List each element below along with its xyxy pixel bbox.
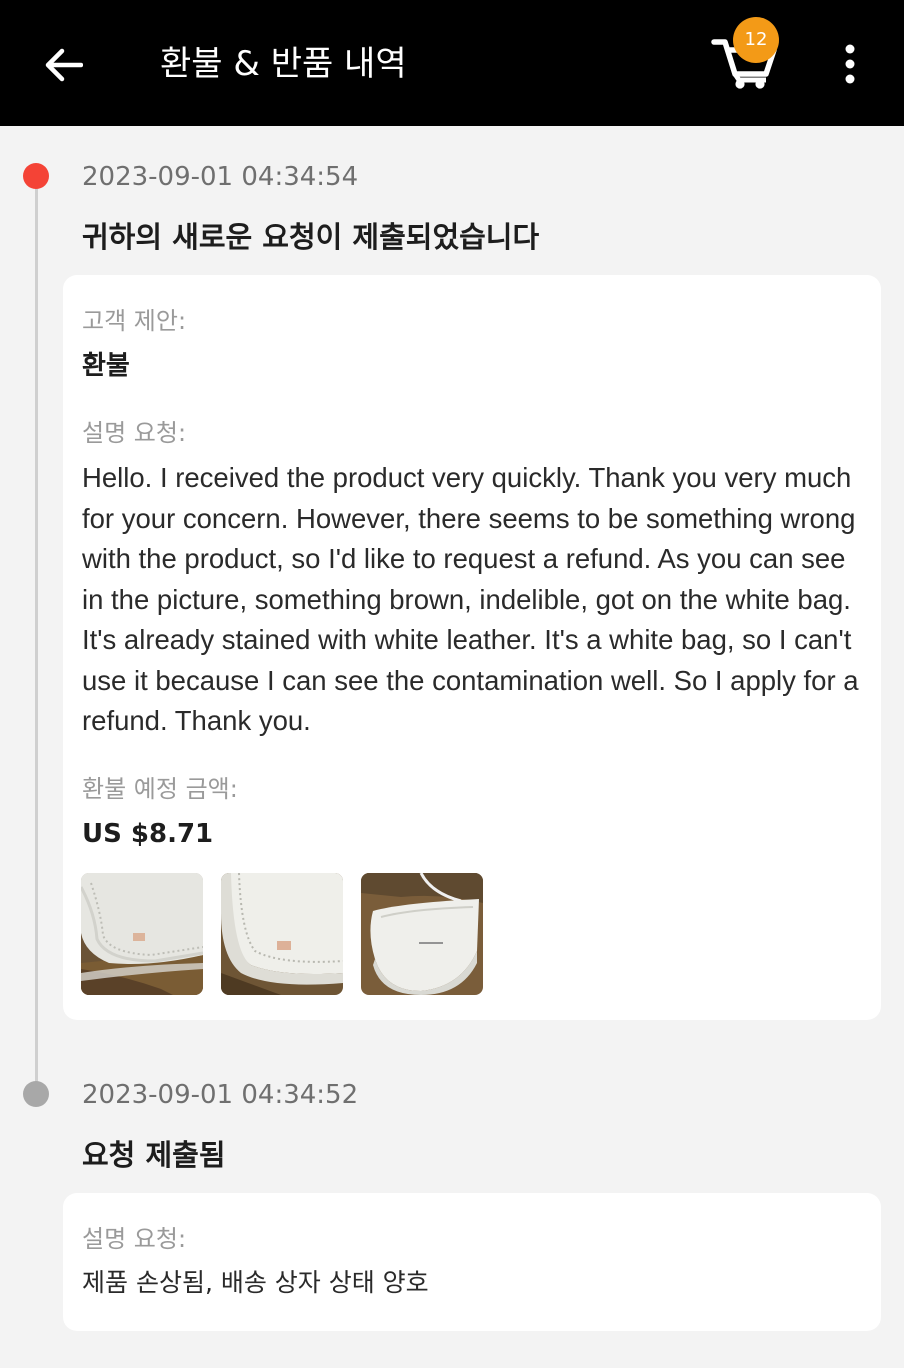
bag-stain-closeup-photo[interactable]	[81, 873, 203, 995]
timeline-line	[35, 176, 38, 1094]
description-text: Hello. I received the product very quick…	[82, 462, 859, 736]
request-submitted-card: 설명 요청: 제품 손상됨, 배송 상자 상태 양호	[63, 1193, 881, 1331]
request-details-card: 고객 제안: 환불 설명 요청: Hello. I received the p…	[63, 275, 881, 1020]
description-text: 제품 손상됨, 배송 상자 상태 양호	[82, 1268, 429, 1297]
arrow-left-icon	[45, 48, 83, 82]
page-title: 환불 & 반품 내역	[160, 44, 407, 84]
description-label: 설명 요청:	[82, 1225, 187, 1253]
photo-attachments	[81, 873, 483, 995]
white-bag-photo[interactable]	[361, 873, 483, 995]
cart-count-badge: 12	[733, 17, 779, 63]
more-options-button[interactable]	[828, 38, 872, 90]
customer-proposal-value: 환불	[82, 351, 130, 381]
bag-edge-stain-photo[interactable]	[221, 873, 343, 995]
back-button[interactable]	[36, 38, 90, 92]
refund-amount-label: 환불 예정 금액:	[82, 775, 238, 803]
event-title: 귀하의 새로운 요청이 제출되었습니다	[82, 220, 540, 254]
event-timestamp: 2023-09-01 04:34:52	[82, 1080, 359, 1110]
timeline-dot-active	[23, 163, 49, 189]
top-app-bar: 환불 & 반품 내역 12	[0, 0, 904, 126]
customer-proposal-label: 고객 제안:	[82, 307, 187, 335]
more-vertical-icon	[845, 44, 855, 84]
event-title: 요청 제출됨	[82, 1138, 226, 1172]
description-label: 설명 요청:	[82, 419, 187, 447]
event-timestamp: 2023-09-01 04:34:54	[82, 162, 359, 192]
timeline-dot	[23, 1081, 49, 1107]
refund-amount-value: US $8.71	[82, 819, 214, 849]
